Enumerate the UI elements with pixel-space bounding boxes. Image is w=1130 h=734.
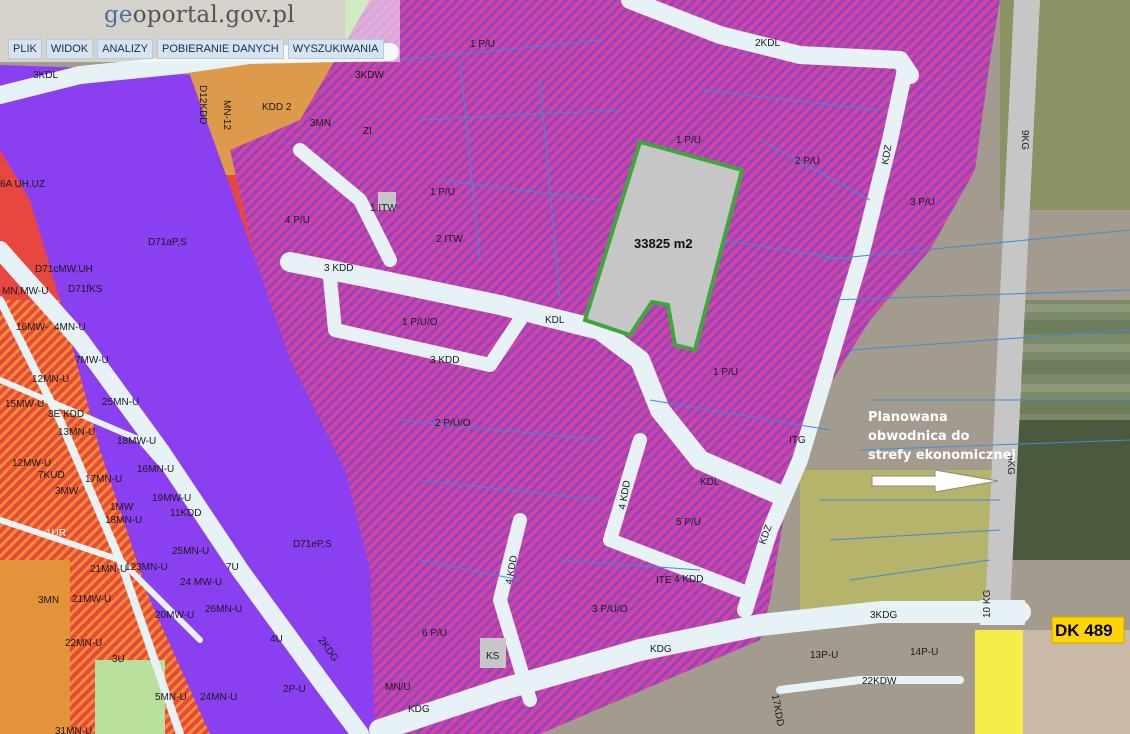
label-kdg2: KDG (408, 704, 430, 715)
main-menu: PLIK WIDOK ANALIZY POBIERANIE DANYCH WYS… (8, 39, 384, 59)
label-p1b: 1 P/U (676, 135, 701, 146)
label-p7: 3 P/U/O (592, 604, 628, 615)
label-d71c: D71cMW,UH (35, 264, 93, 275)
parcel-area-label: 33825 m2 (634, 236, 693, 251)
label-3kdd: 3 KDD (324, 263, 353, 274)
label-mnu25: 25MN-U (172, 546, 209, 557)
label-d71ep: D71eP,S (293, 539, 332, 550)
label-kdg: KDG (650, 644, 672, 655)
label-mwu24: 24 MW-U (180, 577, 222, 588)
label-mnu5: 5MN-U (155, 692, 187, 703)
label-mwu20: 20MW-U (155, 610, 194, 621)
label-mw3: 3MW (55, 486, 79, 497)
label-kdw3: 3KDW (355, 70, 384, 81)
label-mnmw: MN,MW-U (2, 286, 48, 297)
label-p4: 4 P/U (285, 215, 310, 226)
label-zi: ZI (363, 126, 372, 137)
menu-widok[interactable]: WIDOK (45, 39, 94, 59)
label-p8: 2 P/U/O (435, 418, 471, 429)
label-u7: 7U (226, 562, 239, 573)
label-pu14: 14P-U (910, 647, 938, 658)
label-d12kdd: D12KDD (197, 85, 208, 124)
label-p1d: 1 P/U (713, 367, 738, 378)
label-kdw22: 22KDW (862, 676, 897, 687)
label-p3: 3 P/U (910, 197, 935, 208)
label-mwu18: 18MW-U (117, 436, 156, 447)
label-mn12: MN-12 (221, 100, 232, 130)
portal-logo-prefix: ge (104, 2, 133, 28)
label-mwu19: 19MW-U (152, 493, 191, 504)
label-mnu24: 24MN-U (200, 692, 237, 703)
label-kdl2: KDL (700, 477, 720, 488)
label-ks: KS (486, 651, 500, 662)
label-p1c: 1 P/U (430, 187, 455, 198)
label-d71f: D71fKS (68, 284, 103, 295)
label-mnu17: 17MN-U (85, 474, 122, 485)
label-kdd2: KDD 2 (262, 102, 292, 113)
label-mnu: MN/U (385, 682, 411, 693)
label-3kdl: 3KDL (33, 70, 58, 81)
label-mnu22: 22MN-U (65, 638, 102, 649)
annotation-line2: obwodnica do (868, 429, 970, 444)
label-mnu4: 4MN-U (54, 322, 86, 333)
label-4kdd-b: 4 KDD (674, 574, 703, 585)
yellow-plot (975, 630, 1023, 734)
menu-wyszukiwania[interactable]: WYSZUKIWANIA (287, 39, 384, 59)
label-mnu21: 21MN-U (90, 564, 127, 575)
label-mw3e: 3E KDD (48, 409, 84, 420)
label-mnu16: 16MN-U (137, 464, 174, 475)
portal-logo-suffix: oportal.gov.pl (132, 2, 295, 28)
label-d71ap: D71aP,S (148, 237, 187, 248)
label-mwu7: 7MW-U (75, 355, 109, 366)
label-mnu18: 18MN-U (105, 515, 142, 526)
label-u4: 4U (270, 634, 283, 645)
label-mn3b: 3MN (38, 595, 59, 606)
label-mwu25: 25MN-U (102, 397, 139, 408)
label-p5: 5 P/U (676, 517, 701, 528)
label-p6: 6 P/U (422, 628, 447, 639)
annotation-line1: Planowana (868, 410, 948, 425)
label-itg: ITG (789, 435, 806, 446)
label-pu13: 13P-U (810, 650, 838, 661)
menu-pobieranie-danych[interactable]: POBIERANIE DANYCH (157, 39, 284, 59)
label-mwu15: 15MW-U (5, 399, 44, 410)
label-u3: 3U (112, 654, 125, 665)
label-uhuz: 6A UH,UZ (0, 179, 45, 190)
orange-zone (0, 560, 70, 734)
label-mnu12: 12MN-U (32, 374, 69, 385)
label-itw2: 2 ITW (436, 234, 463, 245)
label-3kdg: 3KDG (870, 610, 897, 621)
road-badge-label: DK 489 (1055, 621, 1113, 640)
menu-analizy[interactable]: ANALIZY (97, 39, 153, 59)
label-9kg: 9KG (1019, 130, 1030, 150)
label-ur1: 1UR (46, 528, 66, 539)
label-itw1: 1 ITW (370, 203, 397, 214)
label-pu2: 2P-U (283, 684, 306, 695)
menu-plik[interactable]: PLIK (8, 39, 42, 59)
label-ite: ITE (656, 575, 672, 586)
annotation-line3: strefy ekonomicznej (868, 448, 1016, 463)
label-kud7: 7KUD (38, 470, 65, 481)
portal-header: geoportal.gov.pl PLIK WIDOK ANALIZY POBI… (0, 0, 400, 62)
zoning-map[interactable]: 1 P/U 1 P/U 2 P/U 3 P/U 1 P/U 4 P/U 1 IT… (0, 0, 1130, 734)
label-p1: 1 P/U (470, 39, 495, 50)
label-2kdl: 2KDL (755, 38, 780, 49)
label-kdd11: 11KDD (170, 508, 202, 519)
label-mn3: 3MN (310, 118, 331, 129)
label-mw1: 1MW (110, 502, 134, 513)
label-3kdd-b: 3 KDD (430, 355, 459, 366)
label-kdl: KDL (545, 315, 565, 326)
label-mwu21: 21MW-U (72, 594, 111, 605)
label-10kg: 10 KG (982, 589, 993, 618)
label-mnu26: 26MN-U (205, 604, 242, 615)
label-mnu23: 123MN-U (125, 562, 168, 573)
label-p2: 2 P/U (795, 156, 820, 167)
label-mnu13: 13MN-U (58, 427, 95, 438)
portal-logo[interactable]: geoportal.gov.pl (104, 2, 295, 28)
label-p9: 1 P/U/O (402, 317, 438, 328)
label-mwu12: 12MW-U (12, 458, 51, 469)
label-mnu31: 31MN-U (55, 726, 92, 734)
label-mw16: 16MW- (16, 322, 48, 333)
